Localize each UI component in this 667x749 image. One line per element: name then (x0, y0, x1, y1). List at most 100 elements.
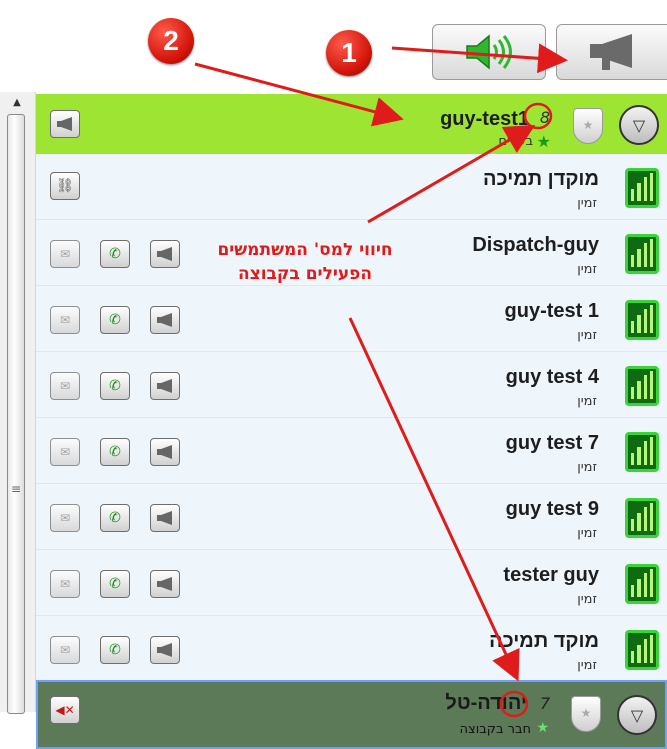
megaphone-icon (157, 379, 172, 393)
megaphone-button[interactable] (150, 570, 180, 598)
star-icon: ★ (536, 132, 551, 151)
scroll-up-arrow-icon[interactable]: ▲ (4, 92, 30, 114)
phone-icon: ✆ (109, 246, 121, 262)
group-name: guy-test1 (440, 108, 529, 130)
member-row[interactable]: ✉ ✆ guy test 7 זמין (36, 418, 667, 484)
call-button[interactable]: ✆ (100, 306, 130, 334)
megaphone-icon (157, 313, 172, 327)
message-button[interactable]: ✉ (50, 438, 80, 466)
member-row[interactable]: ✉ ✆ guy test 9 זמין (36, 484, 667, 550)
megaphone-icon (157, 445, 172, 459)
member-row[interactable]: ⛓ מוקדן תמיכה זמין (36, 154, 667, 220)
member-name: Dispatch-guy (472, 234, 599, 256)
active-member-count: 8 (539, 108, 550, 127)
megaphone-button[interactable] (150, 240, 180, 268)
member-name: מוקדן תמיכה (483, 168, 599, 190)
scrollbar[interactable]: ▲ ≡ (0, 92, 36, 714)
link-icon: ⛓ (56, 178, 74, 194)
member-status: זמין (577, 196, 597, 211)
call-button[interactable]: ✆ (100, 504, 130, 532)
message-icon: ✉ (59, 511, 71, 525)
speaker-on-icon (466, 34, 512, 70)
link-button[interactable]: ⛓ (50, 172, 80, 200)
member-status: זמין (577, 658, 597, 673)
chevron-down-icon: ▽ (630, 705, 644, 725)
chevron-down-icon: ▽ (632, 115, 646, 135)
speaker-muted-icon: ◀✕ (55, 703, 75, 717)
group-role: בעלים (498, 134, 533, 149)
speaker-button[interactable] (432, 24, 546, 80)
annotation-text: חיווי למס' המשתמשים הפעילים בקבוצה (217, 240, 393, 284)
member-name: guy test 7 (505, 432, 599, 454)
collapse-toggle[interactable]: ▽ (617, 695, 657, 735)
message-button[interactable]: ✉ (50, 504, 80, 532)
callout-badge-2: 2 (148, 18, 194, 64)
signal-strength-icon (625, 498, 659, 538)
message-button[interactable]: ✉ (50, 240, 80, 268)
star-icon: ★ (536, 720, 549, 736)
megaphone-button[interactable] (150, 636, 180, 664)
message-button[interactable]: ✉ (50, 636, 80, 664)
megaphone-icon (157, 247, 172, 261)
group-name: יהודה-טל (445, 692, 527, 714)
call-button[interactable]: ✆ (100, 372, 130, 400)
group-megaphone-button[interactable] (50, 110, 80, 138)
message-icon: ✉ (59, 643, 71, 657)
megaphone-icon (157, 643, 172, 657)
megaphone-icon (590, 34, 632, 70)
phone-icon: ✆ (109, 510, 121, 526)
megaphone-button[interactable] (150, 438, 180, 466)
scroll-thumb[interactable]: ≡ (7, 114, 25, 714)
member-row[interactable]: ✉ ✆ guy-test 1 זמין (36, 286, 667, 352)
shield-icon: ★ (573, 108, 603, 144)
group-row-active[interactable]: guy-test1 8 ★ בעלים ★ ▽ (36, 92, 667, 154)
message-icon: ✉ (59, 445, 71, 459)
signal-strength-icon (625, 168, 659, 208)
member-row[interactable]: ✉ ✆ tester guy זמין (36, 550, 667, 616)
group-role: חבר בקבוצה (459, 722, 531, 737)
megaphone-button[interactable] (150, 372, 180, 400)
signal-strength-icon (625, 366, 659, 406)
muted-speaker-button[interactable]: ◀✕ (50, 696, 80, 724)
phone-icon: ✆ (109, 378, 121, 394)
member-status: זמין (577, 460, 597, 475)
group-list: guy-test1 8 ★ בעלים ★ ▽ ⛓ מוקדן תמיכה זמ… (36, 92, 667, 749)
megaphone-button[interactable] (556, 24, 667, 80)
grip-icon: ≡ (11, 482, 22, 496)
call-button[interactable]: ✆ (100, 438, 130, 466)
phone-icon: ✆ (109, 642, 121, 658)
megaphone-button[interactable] (150, 504, 180, 532)
message-button[interactable]: ✉ (50, 570, 80, 598)
group-row-muted[interactable]: ◀✕ יהודה-טל 7 ★ חבר בקבוצה ★ ▽ (36, 680, 667, 749)
member-name: tester guy (503, 564, 599, 586)
collapse-toggle[interactable]: ▽ (619, 105, 659, 145)
signal-strength-icon (625, 234, 659, 274)
message-icon: ✉ (59, 247, 71, 261)
member-name: guy test 9 (505, 498, 599, 520)
message-button[interactable]: ✉ (50, 306, 80, 334)
megaphone-icon (157, 511, 172, 525)
call-button[interactable]: ✆ (100, 570, 130, 598)
message-icon: ✉ (59, 313, 71, 327)
member-name: מוקד תמיכה (489, 630, 599, 652)
megaphone-button[interactable] (150, 306, 180, 334)
phone-icon: ✆ (109, 312, 121, 328)
member-row[interactable]: ✉ ✆ guy test 4 זמין (36, 352, 667, 418)
member-status: זמין (577, 526, 597, 541)
member-status: זמין (577, 592, 597, 607)
signal-strength-icon (625, 432, 659, 472)
message-button[interactable]: ✉ (50, 372, 80, 400)
member-status: זמין (577, 328, 597, 343)
call-button[interactable]: ✆ (100, 240, 130, 268)
signal-strength-icon (625, 300, 659, 340)
member-status: זמין (577, 394, 597, 409)
member-row[interactable]: ✉ ✆ מוקד תמיכה זמין (36, 616, 667, 682)
signal-strength-icon (625, 564, 659, 604)
call-button[interactable]: ✆ (100, 636, 130, 664)
message-icon: ✉ (59, 379, 71, 393)
megaphone-icon (157, 577, 172, 591)
phone-icon: ✆ (109, 444, 121, 460)
member-name: guy test 4 (505, 366, 599, 388)
megaphone-icon (57, 117, 72, 131)
member-name: guy-test 1 (504, 300, 599, 322)
